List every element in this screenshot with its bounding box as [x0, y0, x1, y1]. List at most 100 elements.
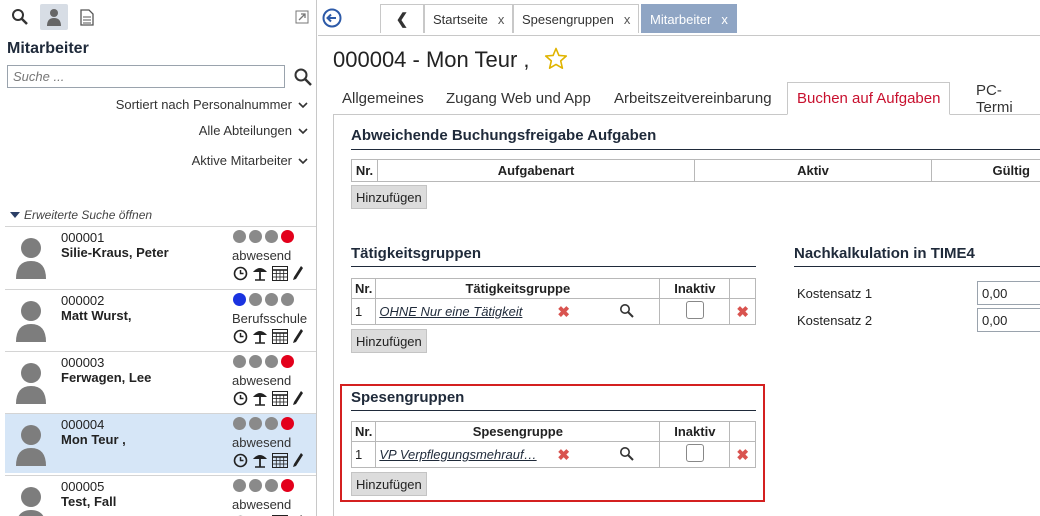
section-divider: [794, 266, 1040, 267]
kostensatz-2-input[interactable]: [977, 308, 1040, 332]
calendar-grid-icon[interactable]: [272, 390, 288, 409]
tab-allgemeines[interactable]: Allgemeines: [333, 82, 433, 115]
expand-icon[interactable]: [290, 4, 314, 30]
employee-number: 000003: [61, 355, 105, 370]
kostensatz-1-label: Kostensatz 1: [797, 286, 873, 301]
sort-select[interactable]: Sortiert nach Personalnummer: [116, 97, 308, 112]
status-dot: [233, 293, 246, 306]
status-dot: [249, 417, 262, 430]
column-header-aufgabenart: Aufgabenart: [377, 159, 695, 182]
taetigkeitsgruppen-table: Nr. Tätigkeitsgruppe Inaktiv 1 OHNE Nur …: [350, 278, 756, 325]
inactive-checkbox[interactable]: [685, 301, 704, 319]
clear-x-icon[interactable]: ✖: [557, 446, 570, 464]
add-taetigkeitsgruppe-button[interactable]: Hinzufügen: [351, 329, 427, 353]
doc-tab-spesengruppen[interactable]: Spesengruppen x: [513, 4, 640, 33]
status-dots: [233, 417, 294, 430]
status-dot: [281, 230, 294, 243]
status-dot: [265, 355, 278, 368]
add-spesengruppe-button[interactable]: Hinzufügen: [351, 472, 427, 496]
employee-list-item[interactable]: 000003 Ferwagen, Lee abwesend: [5, 351, 316, 411]
vacation-umbrella-icon[interactable]: [252, 390, 268, 409]
status-dot: [233, 417, 246, 430]
row-nr: 1: [350, 441, 377, 468]
close-icon[interactable]: x: [498, 12, 505, 27]
delete-row-icon[interactable]: ✖: [736, 304, 749, 321]
calendar-grid-icon[interactable]: [272, 452, 288, 471]
add-buchungsfreigabe-button[interactable]: Hinzufügen: [351, 185, 427, 209]
close-icon[interactable]: x: [721, 12, 728, 27]
pencil-icon[interactable]: [292, 452, 304, 471]
lookup-search-icon[interactable]: [619, 446, 635, 464]
vacation-umbrella-icon[interactable]: [252, 328, 268, 347]
kostensatz-1-input[interactable]: [977, 281, 1040, 305]
delete-cell: ✖: [729, 298, 756, 325]
spesengruppe-link[interactable]: VP Verpflegungsmehrauf…: [379, 447, 551, 462]
status-dot: [249, 479, 262, 492]
employee-number: 000001: [61, 230, 105, 245]
doc-tab-startseite[interactable]: Startseite x: [424, 4, 514, 33]
section-divider: [351, 266, 756, 267]
tab-zugang-web-und-app[interactable]: Zugang Web und App: [437, 82, 600, 115]
section-title-buchungsfreigabe: Abweichende Buchungsfreigabe Aufgaben: [351, 127, 657, 144]
employee-status: Berufsschule: [232, 311, 308, 326]
status-dot: [265, 293, 278, 306]
tab-buchen-auf-aufgaben[interactable]: Buchen auf Aufgaben: [787, 82, 951, 115]
employee-list-item[interactable]: 000002 Matt Wurst, Berufsschule: [5, 289, 316, 349]
vacation-umbrella-icon[interactable]: [252, 452, 268, 471]
department-select[interactable]: Alle Abteilungen: [199, 123, 308, 138]
inactive-cell: [659, 298, 731, 325]
search-icon[interactable]: [6, 4, 34, 30]
star-icon[interactable]: [544, 47, 568, 76]
delete-row-icon[interactable]: ✖: [736, 447, 749, 464]
close-icon[interactable]: x: [624, 12, 631, 27]
inactive-checkbox[interactable]: [685, 444, 704, 462]
tab-scroll-left[interactable]: ❮: [380, 4, 424, 33]
page-title: 000004 - Mon Teur ,: [333, 47, 568, 76]
employee-list-item[interactable]: 000004 Mon Teur , abwesend: [5, 413, 316, 473]
lookup-search-icon[interactable]: [619, 303, 635, 321]
calendar-grid-icon[interactable]: [272, 328, 288, 347]
column-header-nr: Nr.: [350, 278, 377, 299]
clock-icon[interactable]: [233, 329, 248, 347]
clock-icon[interactable]: [233, 266, 248, 284]
column-header-nr: Nr.: [351, 159, 378, 182]
pencil-icon[interactable]: [292, 328, 304, 347]
tab-arbeitszeitvereinbarung[interactable]: Arbeitszeitvereinbarung: [605, 82, 781, 115]
row-value-cell: VP Verpflegungsmehrauf… ✖: [375, 441, 661, 468]
active-filter-select[interactable]: Aktive Mitarbeiter: [192, 153, 308, 168]
tab-pc-terminal[interactable]: PC-Termi: [967, 82, 1040, 116]
doc-tab-label: Mitarbeiter: [650, 11, 712, 27]
extended-search-toggle[interactable]: Erweiterte Suche öffnen: [10, 208, 152, 222]
person-icon[interactable]: [40, 4, 68, 30]
clear-x-icon[interactable]: ✖: [557, 303, 570, 321]
calendar-grid-icon[interactable]: [272, 265, 288, 284]
table-row: 1 VP Verpflegungsmehrauf… ✖ ✖: [350, 441, 756, 468]
section-title-spesengruppen: Spesengruppen: [351, 389, 465, 406]
pencil-icon[interactable]: [292, 265, 304, 284]
clock-icon[interactable]: [233, 391, 248, 409]
clock-icon[interactable]: [233, 453, 248, 471]
search-input[interactable]: [7, 65, 285, 88]
doc-tab-label: Spesengruppen: [522, 11, 614, 27]
employee-name: Mon Teur ,: [61, 432, 126, 447]
doc-tab-mitarbeiter[interactable]: Mitarbeiter x: [641, 4, 737, 33]
vacation-umbrella-icon[interactable]: [252, 265, 268, 284]
employee-list-item[interactable]: 000005 Test, Fall abwesend: [5, 475, 316, 516]
caret-down-icon: [10, 208, 20, 222]
table-row: 1 OHNE Nur eine Tätigkeit ✖ ✖: [350, 298, 756, 325]
document-icon[interactable]: [73, 4, 101, 30]
status-dot: [249, 230, 262, 243]
employee-actions: [233, 452, 304, 471]
back-circle-icon[interactable]: [322, 8, 342, 31]
department-label: Alle Abteilungen: [198, 123, 292, 138]
employee-actions: [233, 265, 304, 284]
employee-sidebar: Mitarbeiter Sortiert nach Personalnummer…: [0, 0, 317, 516]
employee-name: Ferwagen, Lee: [61, 370, 152, 385]
taetigkeitsgruppe-link[interactable]: OHNE Nur eine Tätigkeit: [379, 304, 551, 319]
status-dot: [233, 479, 246, 492]
employee-list-item[interactable]: 000001 Silie-Kraus, Peter abwesend: [5, 226, 316, 286]
pencil-icon[interactable]: [292, 390, 304, 409]
search-submit-icon[interactable]: [293, 67, 313, 90]
status-dot: [249, 355, 262, 368]
column-header-spesengruppe: Spesengruppe: [375, 421, 661, 442]
